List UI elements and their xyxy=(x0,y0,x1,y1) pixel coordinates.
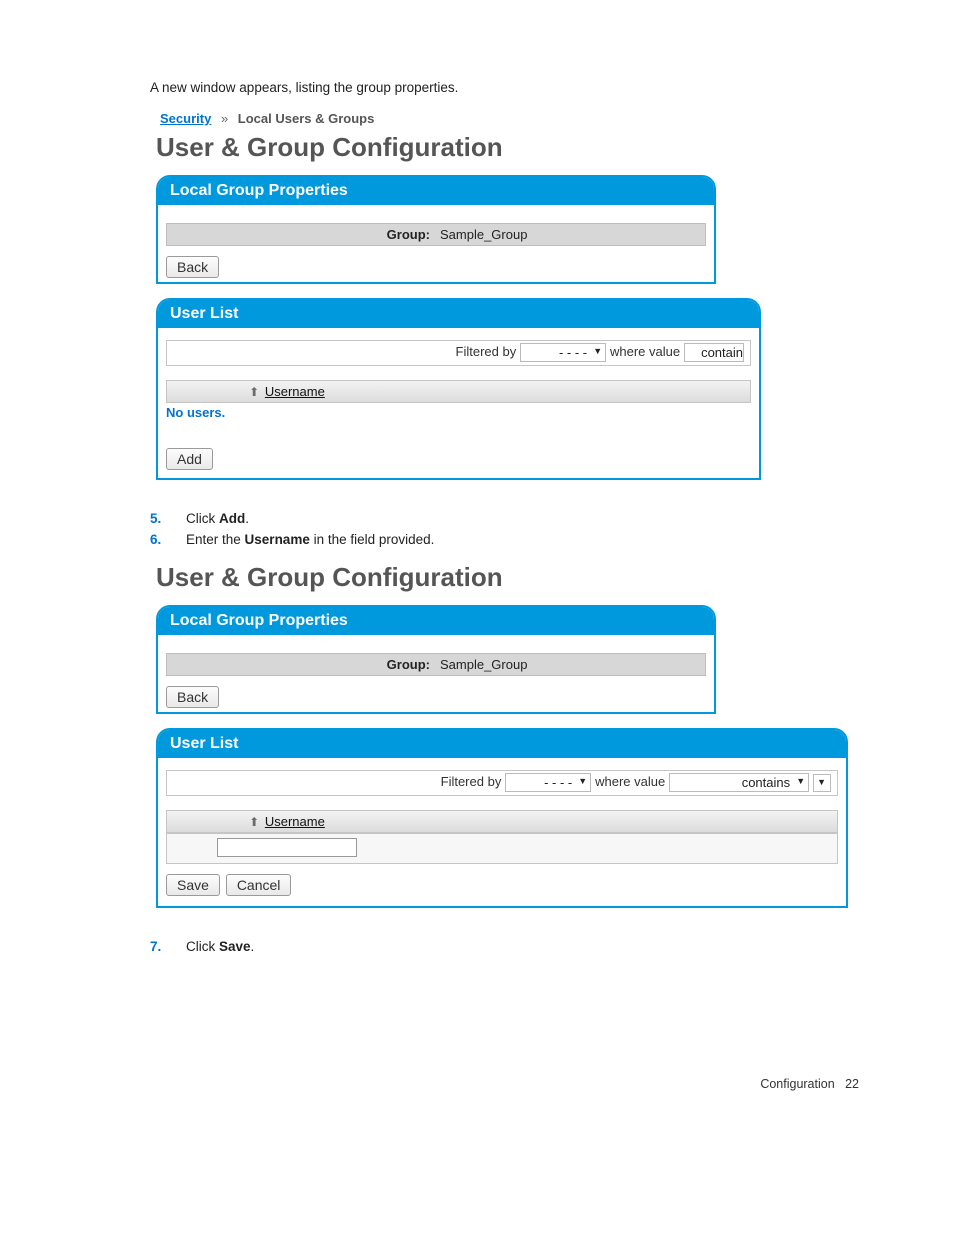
cancel-button[interactable]: Cancel xyxy=(226,874,292,896)
instruction-steps-a: 5. Click Add. 6. Enter the Username in t… xyxy=(150,508,859,550)
step-text-bold: Save xyxy=(219,939,251,954)
panel-header-user-list: User List xyxy=(158,300,759,328)
panel-header-local-group-properties: Local Group Properties xyxy=(158,177,714,205)
breadcrumb-current: Local Users & Groups xyxy=(238,111,375,126)
where-value-label: where value xyxy=(610,344,680,359)
step-7: 7. Click Save. xyxy=(150,936,859,957)
filter-row: Filtered by - - - - where value contains xyxy=(166,770,838,796)
step-text-bold: Add xyxy=(219,511,245,526)
footer-page-number: 22 xyxy=(845,1077,859,1091)
step-text-pre: Enter the xyxy=(186,532,245,547)
step-number: 6. xyxy=(150,532,161,547)
username-column-header: ⬆ Username xyxy=(166,810,838,833)
step-text-post: in the field provided. xyxy=(310,532,435,547)
step-5: 5. Click Add. xyxy=(150,508,859,529)
save-button[interactable]: Save xyxy=(166,874,220,896)
step-text-post: . xyxy=(245,511,249,526)
step-text-pre: Click xyxy=(186,511,219,526)
panel-local-group-properties: Local Group Properties Group: Sample_Gro… xyxy=(156,605,716,714)
no-users-message: No users. xyxy=(166,405,759,420)
panel-user-list: User List Filtered by - - - - where valu… xyxy=(156,728,848,908)
panel-user-list: User List Filtered by - - - - where valu… xyxy=(156,298,761,480)
sort-up-icon: ⬆ xyxy=(249,385,259,399)
screenshot-2: User & Group Configuration Local Group P… xyxy=(150,562,859,908)
filtered-by-label: Filtered by xyxy=(441,774,502,789)
step-text-pre: Click xyxy=(186,939,219,954)
step-number: 5. xyxy=(150,511,161,526)
where-value-dropdown[interactable]: contain xyxy=(684,343,744,362)
back-button[interactable]: Back xyxy=(166,256,219,278)
page-footer: Configuration 22 xyxy=(150,1077,859,1091)
username-sort-link[interactable]: Username xyxy=(265,384,325,399)
step-6: 6. Enter the Username in the field provi… xyxy=(150,529,859,550)
username-sort-link[interactable]: Username xyxy=(265,814,325,829)
extra-dropdown[interactable] xyxy=(813,774,831,792)
breadcrumb: Security » Local Users & Groups xyxy=(160,111,859,126)
where-value-label: where value xyxy=(595,774,665,789)
username-column-header: ⬆ Username xyxy=(166,380,751,403)
filter-dropdown[interactable]: - - - - xyxy=(520,343,606,362)
breadcrumb-separator-icon: » xyxy=(215,111,234,126)
page-title: User & Group Configuration xyxy=(156,132,859,163)
intro-text: A new window appears, listing the group … xyxy=(150,80,859,95)
group-value: Sample_Group xyxy=(440,657,527,672)
group-value: Sample_Group xyxy=(440,227,527,242)
screenshot-1: Security » Local Users & Groups User & G… xyxy=(150,111,859,480)
back-button[interactable]: Back xyxy=(166,686,219,708)
group-row: Group: Sample_Group xyxy=(166,653,706,676)
username-input[interactable] xyxy=(217,838,357,857)
instruction-steps-b: 7. Click Save. xyxy=(150,936,859,957)
step-number: 7. xyxy=(150,939,161,954)
filter-dropdown[interactable]: - - - - xyxy=(505,773,591,792)
footer-label: Configuration xyxy=(760,1077,834,1091)
panel-header-user-list: User List xyxy=(158,730,846,758)
group-row: Group: Sample_Group xyxy=(166,223,706,246)
group-label: Group: xyxy=(175,657,430,672)
add-button[interactable]: Add xyxy=(166,448,213,470)
step-text-bold: Username xyxy=(245,532,310,547)
breadcrumb-security-link[interactable]: Security xyxy=(160,111,211,126)
sort-up-icon: ⬆ xyxy=(249,815,259,829)
page-title: User & Group Configuration xyxy=(156,562,859,593)
filter-row: Filtered by - - - - where value contain xyxy=(166,340,751,366)
panel-local-group-properties: Local Group Properties Group: Sample_Gro… xyxy=(156,175,716,284)
where-value-dropdown[interactable]: contains xyxy=(669,773,809,792)
panel-header-local-group-properties: Local Group Properties xyxy=(158,607,714,635)
group-label: Group: xyxy=(175,227,430,242)
filtered-by-label: Filtered by xyxy=(456,344,517,359)
username-input-row xyxy=(166,833,838,864)
step-text-post: . xyxy=(251,939,255,954)
